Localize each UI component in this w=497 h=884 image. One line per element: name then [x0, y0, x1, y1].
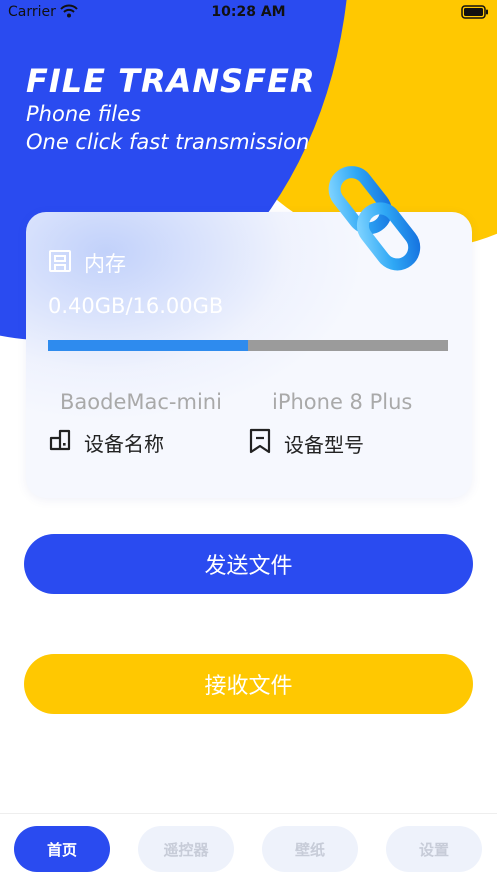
device-model-row: 设备型号 [248, 428, 364, 459]
tab-home[interactable]: 首页 [14, 826, 110, 872]
memory-row: 内存 [48, 248, 126, 278]
tab-wallpaper[interactable]: 壁纸 [262, 826, 358, 872]
device-icon [48, 428, 72, 457]
app-title: FILE TRANSFER [26, 62, 316, 100]
device-name-label: 设备名称 [84, 432, 164, 456]
chain-link-icon [318, 160, 438, 279]
tab-bar: 首页 遥控器 壁纸 设置 [0, 813, 497, 884]
memory-value: 0.40GB/16.00GB [48, 294, 224, 318]
receive-file-button[interactable]: 接收文件 [24, 654, 473, 714]
device-model-value: iPhone 8 Plus [272, 390, 413, 414]
battery-icon [461, 5, 489, 23]
memory-label: 内存 [84, 252, 126, 276]
send-file-button[interactable]: 发送文件 [24, 534, 473, 594]
device-model-label: 设备型号 [284, 433, 364, 457]
tab-settings[interactable]: 设置 [386, 826, 482, 872]
device-name-row: 设备名称 [48, 428, 164, 457]
status-time: 10:28 AM [211, 4, 286, 20]
hero-header: FILE TRANSFER Phone files One click fast… [26, 62, 316, 156]
status-bar: Carrier 10:28 AM [0, 0, 497, 26]
subtitle-line-2: One click fast transmission [26, 130, 310, 154]
tab-remote[interactable]: 遥控器 [138, 826, 234, 872]
subtitle-line-1: Phone files [26, 102, 141, 126]
storage-icon [48, 249, 72, 278]
storage-progress-fill [48, 340, 248, 351]
storage-progress-bar [48, 340, 448, 351]
device-name-value: BaodeMac-mini [60, 390, 222, 414]
bookmark-icon [248, 428, 272, 459]
